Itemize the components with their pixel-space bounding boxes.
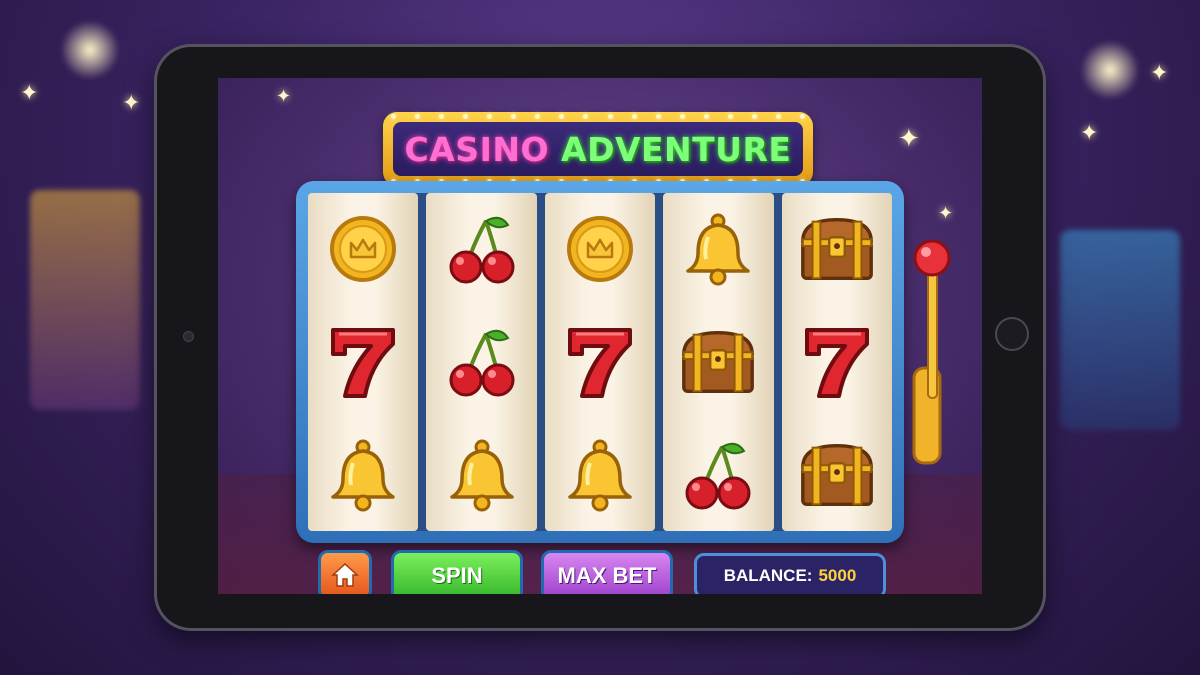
game-title: CASINO ADVENTURE [393,122,803,176]
marquee-bulb [679,114,685,119]
balance-label: BALANCE: [723,566,813,585]
tablet-device: ✦ ✦ ✦ CASINO ADVENTURE SPIN MAX BET BALA… [157,47,1043,628]
marquee-bulb [439,114,445,119]
spin-button[interactable]: SPIN [391,550,523,594]
sparkle-icon: ✦ [122,90,141,115]
marquee-bulb [703,114,709,119]
game-title-marquee: CASINO ADVENTURE [383,112,813,186]
control-bar: SPIN MAX BET BALANCE: 5000 [218,550,982,594]
cherry-icon [440,314,524,410]
light-glow [60,20,120,80]
marquee-bulb [391,114,396,119]
sparkle-icon: ✦ [1080,120,1099,145]
slot-reels [308,193,893,531]
marquee-bulb [655,114,661,119]
balance-value: 5000 [818,566,857,585]
seven-icon [321,314,405,410]
slot-machine-bg [30,190,140,410]
bell-icon [321,427,405,523]
marquee-bulb [487,114,493,119]
reel-5 [781,193,893,531]
bell-icon [558,427,642,523]
marquee-bulb [751,114,757,119]
marquee-bulb [631,114,637,119]
coin-crown-icon [558,201,642,297]
marquee-bulb [535,114,541,119]
hardware-home-button[interactable] [995,317,1029,351]
reel-3 [544,193,656,531]
sparkle-icon: ✦ [276,86,292,106]
home-button[interactable] [318,550,372,594]
sparkle-icon: ✦ [1150,60,1169,85]
balance-display: BALANCE: 5000 [694,553,886,594]
camera-icon [183,331,194,342]
treasure-chest-icon [676,314,760,410]
treasure-chest-icon [795,201,879,297]
title-word-adventure: ADVENTURE [561,129,792,169]
sparkle-icon: ✦ [20,80,39,105]
sparkle-icon: ✦ [898,123,920,153]
marquee-bulb [583,114,589,119]
seven-icon [795,314,879,410]
reel-1 [308,193,419,531]
coin-crown-icon [321,201,405,297]
marquee-bulb [559,114,565,119]
marquee-bulb [775,114,781,119]
light-glow [1080,40,1140,100]
marquee-bulb [415,114,421,119]
reel-2 [426,193,537,531]
home-icon [331,562,359,587]
max-bet-button[interactable]: MAX BET [541,550,673,594]
marquee-bulb [800,114,805,119]
marquee-bulb [511,114,517,119]
slot-machine-bg [1060,230,1180,430]
seven-icon [558,314,642,410]
slot-lever[interactable] [906,218,966,478]
slot-reels-frame [296,181,904,543]
game-screen: ✦ ✦ ✦ CASINO ADVENTURE SPIN MAX BET BALA… [218,78,982,594]
title-word-casino: CASINO [404,129,550,169]
bell-icon [440,427,524,523]
marquee-bulb [463,114,469,119]
treasure-chest-icon [795,427,879,523]
cherry-icon [676,427,760,523]
reel-4 [663,193,774,531]
cherry-icon [440,201,524,297]
marquee-bulb [607,114,613,119]
marquee-bulb [727,114,733,119]
bell-icon [676,201,760,297]
